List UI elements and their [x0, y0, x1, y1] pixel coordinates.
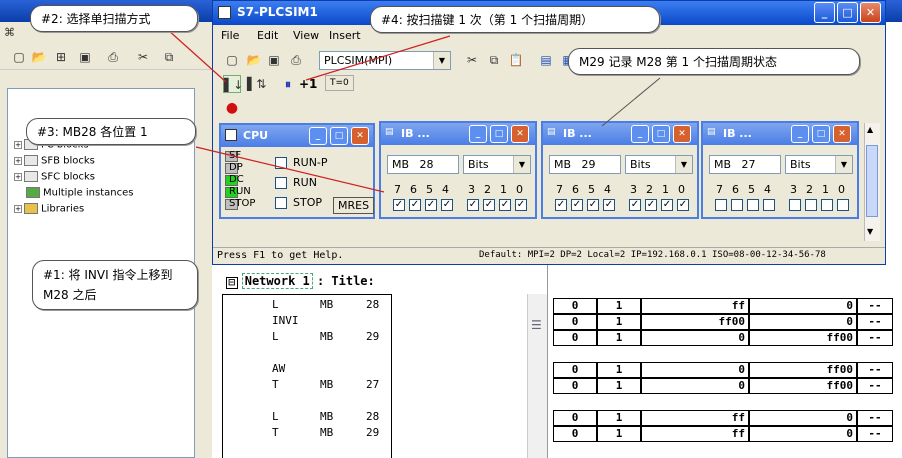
arrow-c4	[305, 35, 451, 81]
arrow-c5	[601, 77, 661, 127]
callout-scan-key: #4: 按扫描键 1 次（第 1 个扫描周期）	[370, 6, 660, 33]
callout-mb28: #3: MB28 各位置 1	[26, 118, 196, 145]
callout-m29: M29 记录 M28 第 1 个扫描周期状态	[568, 48, 860, 75]
arrow-c3	[195, 146, 385, 193]
callout-single-scan: #2: 选择单扫描方式	[30, 5, 198, 32]
callout-invi: #1: 将 INVI 指令上移到 M28 之后	[32, 260, 198, 310]
arrow-c2	[167, 29, 227, 83]
